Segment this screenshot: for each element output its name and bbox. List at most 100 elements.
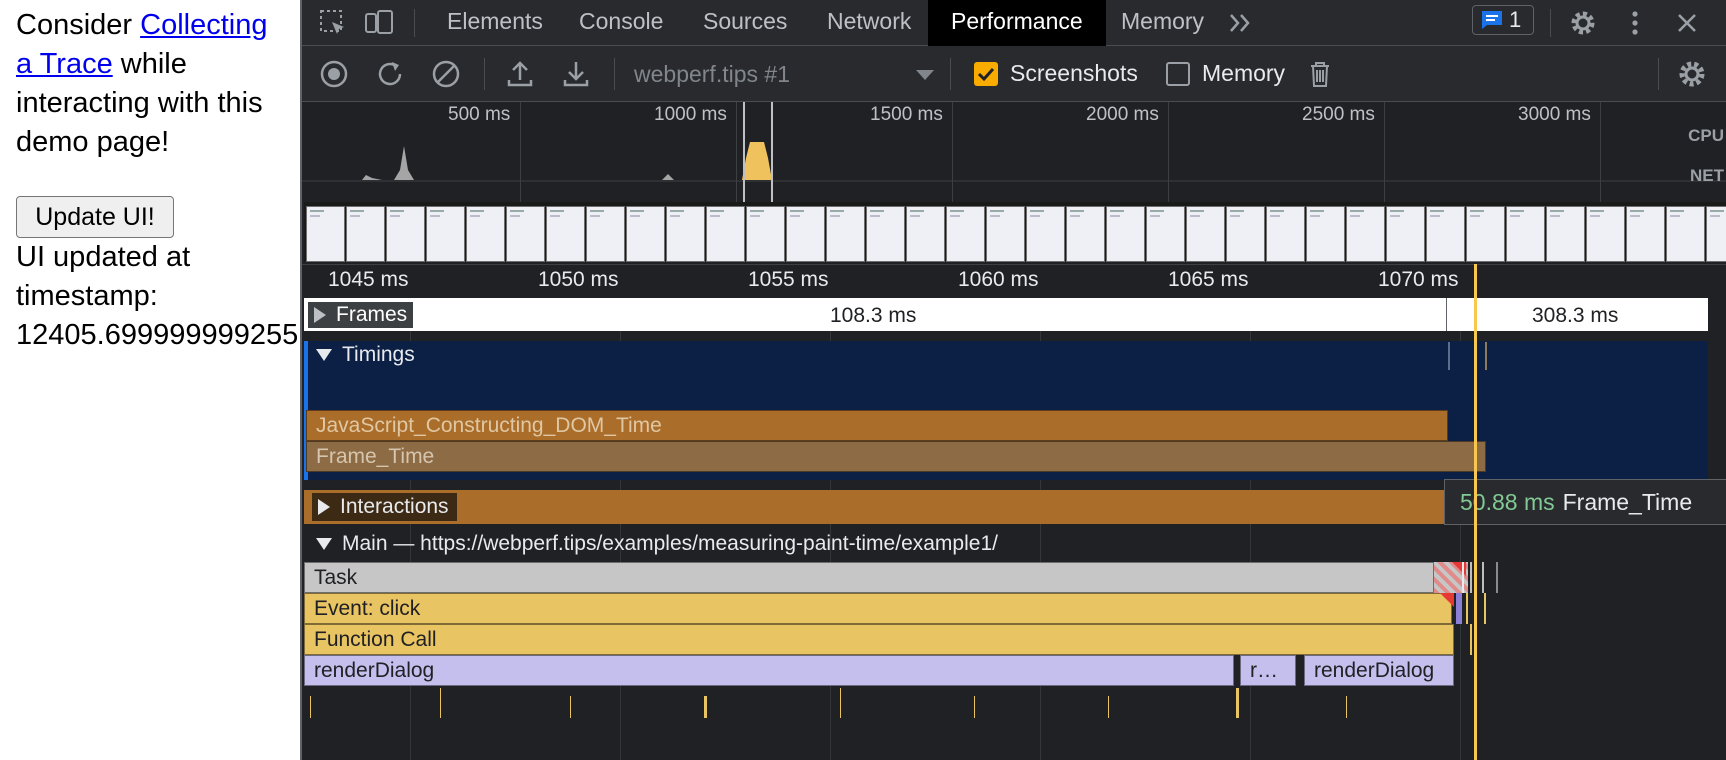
screenshot-thumbnail[interactable]	[706, 206, 745, 262]
upload-icon[interactable]	[504, 58, 536, 90]
screenshot-thumbnail[interactable]	[1386, 206, 1425, 262]
update-ui-button[interactable]: Update UI!	[16, 196, 174, 238]
overview-selection-window[interactable]	[743, 102, 773, 202]
event-sliver[interactable]	[1456, 593, 1462, 624]
clear-icon[interactable]	[430, 58, 462, 90]
screenshots-checkbox[interactable]	[974, 62, 998, 86]
issues-badge[interactable]: 1	[1472, 5, 1534, 35]
tab-performance[interactable]: Performance	[928, 0, 1106, 46]
settings-gear-icon[interactable]	[1568, 8, 1598, 38]
frame-duration[interactable]: 108.3 ms	[830, 304, 916, 328]
subcall-mark[interactable]	[1108, 696, 1109, 718]
screenshot-thumbnail[interactable]	[626, 206, 665, 262]
screenshot-thumbnail[interactable]	[466, 206, 505, 262]
screenshot-thumbnail[interactable]	[786, 206, 825, 262]
screenshot-thumbnail[interactable]	[1426, 206, 1465, 262]
screenshot-thumbnail[interactable]	[666, 206, 705, 262]
event-sliver[interactable]	[1484, 593, 1486, 624]
screenshot-thumbnail[interactable]	[506, 206, 545, 262]
screenshot-thumbnail[interactable]	[1626, 206, 1665, 262]
frame-duration[interactable]: 308.3 ms	[1532, 304, 1618, 328]
trash-icon[interactable]	[1304, 58, 1336, 90]
tab-elements[interactable]: Elements	[424, 0, 566, 46]
main-thread-header[interactable]: Main — https://webperf.tips/examples/mea…	[316, 532, 998, 556]
record-icon[interactable]	[318, 58, 350, 90]
timing-marker[interactable]	[1448, 342, 1450, 370]
tab-sources[interactable]: Sources	[680, 0, 810, 46]
timing-marker[interactable]	[1485, 342, 1487, 370]
event-sliver[interactable]	[1466, 593, 1468, 624]
screenshot-thumbnail[interactable]	[426, 206, 465, 262]
render-dialog-bar[interactable]: renderDialog	[1304, 655, 1454, 686]
screenshot-thumbnail[interactable]	[1546, 206, 1585, 262]
screenshot-thumbnail[interactable]	[1146, 206, 1185, 262]
inspect-element-icon[interactable]	[318, 8, 348, 38]
frames-track[interactable]: Frames 108.3 ms 308.3 ms	[304, 298, 1708, 331]
function-sliver[interactable]	[1470, 624, 1472, 655]
screenshot-thumbnail[interactable]	[1466, 206, 1505, 262]
download-icon[interactable]	[560, 58, 592, 90]
screenshot-thumbnail[interactable]	[866, 206, 905, 262]
screenshot-thumbnail[interactable]	[1226, 206, 1265, 262]
task-sliver[interactable]	[1462, 562, 1464, 593]
more-options-icon[interactable]	[1620, 8, 1650, 38]
subcall-mark[interactable]	[440, 688, 441, 718]
capture-settings-gear-icon[interactable]	[1676, 58, 1708, 90]
memory-checkbox[interactable]	[1166, 62, 1190, 86]
screenshot-filmstrip[interactable]	[304, 202, 1726, 262]
screenshot-thumbnail[interactable]	[306, 206, 345, 262]
net-label: NET	[1690, 166, 1724, 185]
timing-frame-time[interactable]: Frame_Time	[306, 441, 1486, 472]
device-toolbar-icon[interactable]	[364, 8, 394, 38]
subcall-mark[interactable]	[570, 696, 571, 718]
screenshot-thumbnail[interactable]	[1586, 206, 1625, 262]
screenshot-thumbnail[interactable]	[586, 206, 625, 262]
render-dialog-bar[interactable]: renderDialog	[304, 655, 1234, 686]
screenshot-thumbnail[interactable]	[1666, 206, 1705, 262]
task-sliver[interactable]	[1482, 562, 1484, 593]
subcall-mark[interactable]	[310, 696, 311, 718]
screenshot-thumbnail[interactable]	[1506, 206, 1545, 262]
screenshot-thumbnail[interactable]	[386, 206, 425, 262]
function-call-bar[interactable]: Function Call	[304, 624, 1454, 655]
screenshot-thumbnail[interactable]	[1706, 206, 1726, 262]
more-tabs-chevron-icon[interactable]	[1226, 8, 1256, 38]
screenshot-thumbnail[interactable]	[1306, 206, 1345, 262]
screenshot-thumbnail[interactable]	[1066, 206, 1105, 262]
render-dialog-bar-truncated[interactable]: r…	[1240, 655, 1296, 686]
timing-js-constructing-dom[interactable]: JavaScript_Constructing_DOM_Time	[306, 410, 1448, 441]
screenshot-thumbnail[interactable]	[1346, 206, 1385, 262]
screenshot-thumbnail[interactable]	[1026, 206, 1065, 262]
frames-track-header[interactable]: Frames	[308, 302, 414, 328]
close-icon[interactable]	[1672, 8, 1702, 38]
interactions-track-header[interactable]: Interactions	[312, 493, 457, 521]
screenshot-thumbnail[interactable]	[986, 206, 1025, 262]
event-click-bar[interactable]: Event: click	[304, 593, 1452, 624]
subcall-mark[interactable]	[1346, 696, 1347, 718]
task-sliver[interactable]	[1470, 562, 1472, 593]
subcall-mark[interactable]	[1236, 688, 1239, 718]
timings-track-header[interactable]: Timings	[316, 343, 415, 367]
reload-record-icon[interactable]	[374, 58, 406, 90]
flame-chart[interactable]: Frames 108.3 ms 308.3 ms Timings JavaScr…	[302, 298, 1726, 760]
target-select[interactable]: webperf.tips #1	[634, 58, 934, 90]
screenshot-thumbnail[interactable]	[946, 206, 985, 262]
task-bar[interactable]: Task	[304, 562, 1434, 593]
screenshot-thumbnail[interactable]	[1186, 206, 1225, 262]
tab-console[interactable]: Console	[556, 0, 686, 46]
screenshot-thumbnail[interactable]	[346, 206, 385, 262]
toolbar-divider	[614, 58, 615, 90]
screenshot-thumbnail[interactable]	[1106, 206, 1145, 262]
screenshot-thumbnail[interactable]	[1266, 206, 1305, 262]
tab-memory[interactable]: Memory	[1098, 0, 1227, 46]
screenshot-thumbnail[interactable]	[746, 206, 785, 262]
tab-network[interactable]: Network	[804, 0, 934, 46]
screenshot-thumbnail[interactable]	[826, 206, 865, 262]
subcall-mark[interactable]	[974, 696, 975, 718]
screenshot-thumbnail[interactable]	[546, 206, 585, 262]
subcall-mark[interactable]	[840, 688, 841, 718]
screenshot-thumbnail[interactable]	[906, 206, 945, 262]
timeline-overview[interactable]: 500 ms 1000 ms 1500 ms 2000 ms 2500 ms 3…	[302, 102, 1726, 264]
task-sliver[interactable]	[1496, 562, 1498, 593]
subcall-mark[interactable]	[704, 696, 707, 718]
